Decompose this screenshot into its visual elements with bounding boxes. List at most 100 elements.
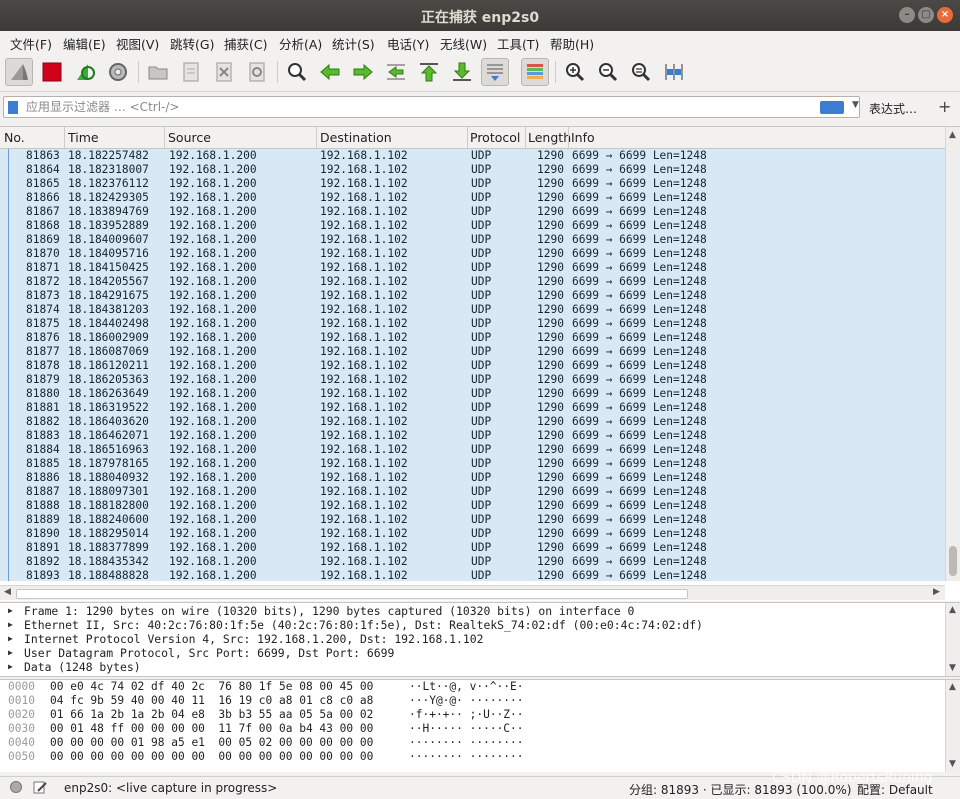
column-header-no[interactable]: No. xyxy=(4,130,25,145)
menu-file[interactable]: 文件(F) xyxy=(10,34,52,53)
column-header-info[interactable]: Info xyxy=(571,130,595,145)
table-row[interactable]: 81882 18.186403620 192.168.1.200 192.168.1.… xyxy=(0,415,945,429)
capture-options-button[interactable] xyxy=(104,58,132,86)
table-row[interactable]: 81889 18.188240600 192.168.1.200 192.168.1.… xyxy=(0,513,945,527)
menu-help[interactable]: 帮助(H) xyxy=(550,34,594,53)
column-divider[interactable] xyxy=(316,127,317,148)
table-row[interactable]: 81871 18.184150425 192.168.1.200 192.168.1.… xyxy=(0,261,945,275)
table-row[interactable]: 81867 18.183894769 192.168.1.200 192.168.1.… xyxy=(0,205,945,219)
autoscroll-button[interactable] xyxy=(481,58,509,86)
table-row[interactable]: 81870 18.184095716 192.168.1.200 192.168.1.… xyxy=(0,247,945,261)
menu-statistics[interactable]: 统计(S) xyxy=(332,34,375,53)
table-row[interactable]: 81872 18.184205567 192.168.1.200 192.168.1.… xyxy=(0,275,945,289)
column-header-protocol[interactable]: Protocol xyxy=(470,130,520,145)
expand-triangle-icon[interactable]: ▶ xyxy=(8,604,13,618)
details-vertical-scrollbar[interactable]: ▲ ▼ xyxy=(945,603,960,676)
table-row[interactable]: 81884 18.186516963 192.168.1.200 192.168.1.… xyxy=(0,443,945,457)
expand-triangle-icon[interactable]: ▶ xyxy=(8,632,13,646)
bytes-vertical-scrollbar[interactable]: ▲ ▼ xyxy=(945,680,960,772)
table-row[interactable]: 81876 18.186002909 192.168.1.200 192.168.1.… xyxy=(0,331,945,345)
table-row[interactable]: 81879 18.186205363 192.168.1.200 192.168.1.… xyxy=(0,373,945,387)
menu-wireless[interactable]: 无线(W) xyxy=(440,34,487,53)
expert-info-led-icon[interactable] xyxy=(10,781,22,793)
zoom-in-button[interactable] xyxy=(561,58,589,86)
table-row[interactable]: 81874 18.184381203 192.168.1.200 192.168.1.… xyxy=(0,303,945,317)
column-divider[interactable] xyxy=(164,127,165,148)
minimize-button[interactable]: – xyxy=(899,7,915,23)
last-packet-button[interactable] xyxy=(448,58,476,86)
zoom-out-button[interactable] xyxy=(594,58,622,86)
table-row[interactable]: 81873 18.184291675 192.168.1.200 192.168.1.… xyxy=(0,289,945,303)
menu-edit[interactable]: 编辑(E) xyxy=(63,34,106,53)
apply-filter-arrow-icon[interactable] xyxy=(820,101,844,114)
table-row[interactable]: 81868 18.183952889 192.168.1.200 192.168.1.… xyxy=(0,219,945,233)
scroll-right-icon[interactable]: ▶ xyxy=(933,587,940,597)
table-row[interactable]: 81892 18.188435342 192.168.1.200 192.168.1.… xyxy=(0,555,945,569)
normal-size-button[interactable] xyxy=(627,58,655,86)
table-row[interactable]: 81887 18.188097301 192.168.1.200 192.168.1.… xyxy=(0,485,945,499)
scroll-down-icon[interactable]: ▼ xyxy=(949,759,956,769)
column-header-length[interactable]: Length xyxy=(528,130,571,145)
bookmark-icon[interactable] xyxy=(8,101,18,114)
expression-button[interactable]: 表达式… xyxy=(869,100,917,117)
scroll-up-icon[interactable]: ▲ xyxy=(949,605,956,615)
scroll-left-icon[interactable]: ◀ xyxy=(4,587,11,597)
scrollbar-thumb[interactable] xyxy=(949,546,957,576)
column-divider[interactable] xyxy=(64,127,65,148)
scroll-up-icon[interactable]: ▲ xyxy=(949,682,956,692)
packet-list-vertical-scrollbar[interactable]: ▲ xyxy=(945,127,960,581)
close-button[interactable]: × xyxy=(937,7,953,23)
go-forward-button[interactable] xyxy=(349,58,377,86)
packet-list-horizontal-scrollbar[interactable]: ◀ ▶ xyxy=(0,585,945,600)
menu-capture[interactable]: 捕获(C) xyxy=(224,34,267,53)
table-row[interactable]: 81875 18.184402498 192.168.1.200 192.168.1.… xyxy=(0,317,945,331)
stop-capture-button[interactable] xyxy=(38,58,66,86)
table-row[interactable]: 81890 18.188295014 192.168.1.200 192.168.1.… xyxy=(0,527,945,541)
table-row[interactable]: 81883 18.186462071 192.168.1.200 192.168.1.… xyxy=(0,429,945,443)
table-row[interactable]: 81891 18.188377899 192.168.1.200 192.168.1.… xyxy=(0,541,945,555)
display-filter-input[interactable] xyxy=(26,99,806,115)
find-packet-button[interactable] xyxy=(283,58,311,86)
colorize-button[interactable] xyxy=(521,58,549,86)
restart-capture-button[interactable] xyxy=(71,58,99,86)
column-header-source[interactable]: Source xyxy=(168,130,211,145)
capture-comment-icon[interactable] xyxy=(33,780,47,794)
column-divider[interactable] xyxy=(467,127,468,148)
menu-go[interactable]: 跳转(G) xyxy=(170,34,214,53)
table-row[interactable]: 81881 18.186319522 192.168.1.200 192.168.1.… xyxy=(0,401,945,415)
scroll-up-icon[interactable]: ▲ xyxy=(949,130,956,140)
resize-columns-button[interactable] xyxy=(660,58,688,86)
table-row[interactable]: 81863 18.182257482 192.168.1.200 192.168.1.… xyxy=(0,149,945,163)
scrollbar-thumb[interactable] xyxy=(16,589,688,599)
column-header-time[interactable]: Time xyxy=(68,130,99,145)
table-row[interactable]: 81886 18.188040932 192.168.1.200 192.168.1.… xyxy=(0,471,945,485)
close-file-button[interactable] xyxy=(210,58,238,86)
go-to-packet-button[interactable] xyxy=(382,58,410,86)
menu-telephony[interactable]: 电话(Y) xyxy=(387,34,429,53)
add-filter-button[interactable]: + xyxy=(938,97,951,116)
menu-view[interactable]: 视图(V) xyxy=(116,34,159,53)
menu-analyze[interactable]: 分析(A) xyxy=(279,34,322,53)
table-row[interactable]: 81885 18.187978165 192.168.1.200 192.168.1.… xyxy=(0,457,945,471)
scroll-down-icon[interactable]: ▼ xyxy=(949,663,956,673)
go-back-button[interactable] xyxy=(316,58,344,86)
column-header-destination[interactable]: Destination xyxy=(320,130,392,145)
table-row[interactable]: 81869 18.184009607 192.168.1.200 192.168.1.… xyxy=(0,233,945,247)
column-divider[interactable] xyxy=(525,127,526,148)
open-file-button[interactable] xyxy=(144,58,172,86)
table-row[interactable]: 81893 18.188488828 192.168.1.200 192.168.1.… xyxy=(0,569,945,581)
table-row[interactable]: 81888 18.188182800 192.168.1.200 192.168.1.… xyxy=(0,499,945,513)
start-capture-button[interactable] xyxy=(5,58,33,86)
table-row[interactable]: 81877 18.186087069 192.168.1.200 192.168.1.… xyxy=(0,345,945,359)
table-row[interactable]: 81866 18.182429305 192.168.1.200 192.168.1.… xyxy=(0,191,945,205)
table-row[interactable]: 81880 18.186263649 192.168.1.200 192.168.1.… xyxy=(0,387,945,401)
table-row[interactable]: 81864 18.182318007 192.168.1.200 192.168.1.… xyxy=(0,163,945,177)
expand-triangle-icon[interactable]: ▶ xyxy=(8,660,13,674)
table-row[interactable]: 81865 18.182376112 192.168.1.200 192.168.1.… xyxy=(0,177,945,191)
expand-triangle-icon[interactable]: ▶ xyxy=(8,646,13,660)
table-row[interactable]: 81878 18.186120211 192.168.1.200 192.168.1.… xyxy=(0,359,945,373)
menu-tools[interactable]: 工具(T) xyxy=(497,34,539,53)
filter-history-dropdown-icon[interactable]: ▼ xyxy=(852,100,859,110)
save-file-button[interactable] xyxy=(177,58,205,86)
expand-triangle-icon[interactable]: ▶ xyxy=(8,618,13,632)
